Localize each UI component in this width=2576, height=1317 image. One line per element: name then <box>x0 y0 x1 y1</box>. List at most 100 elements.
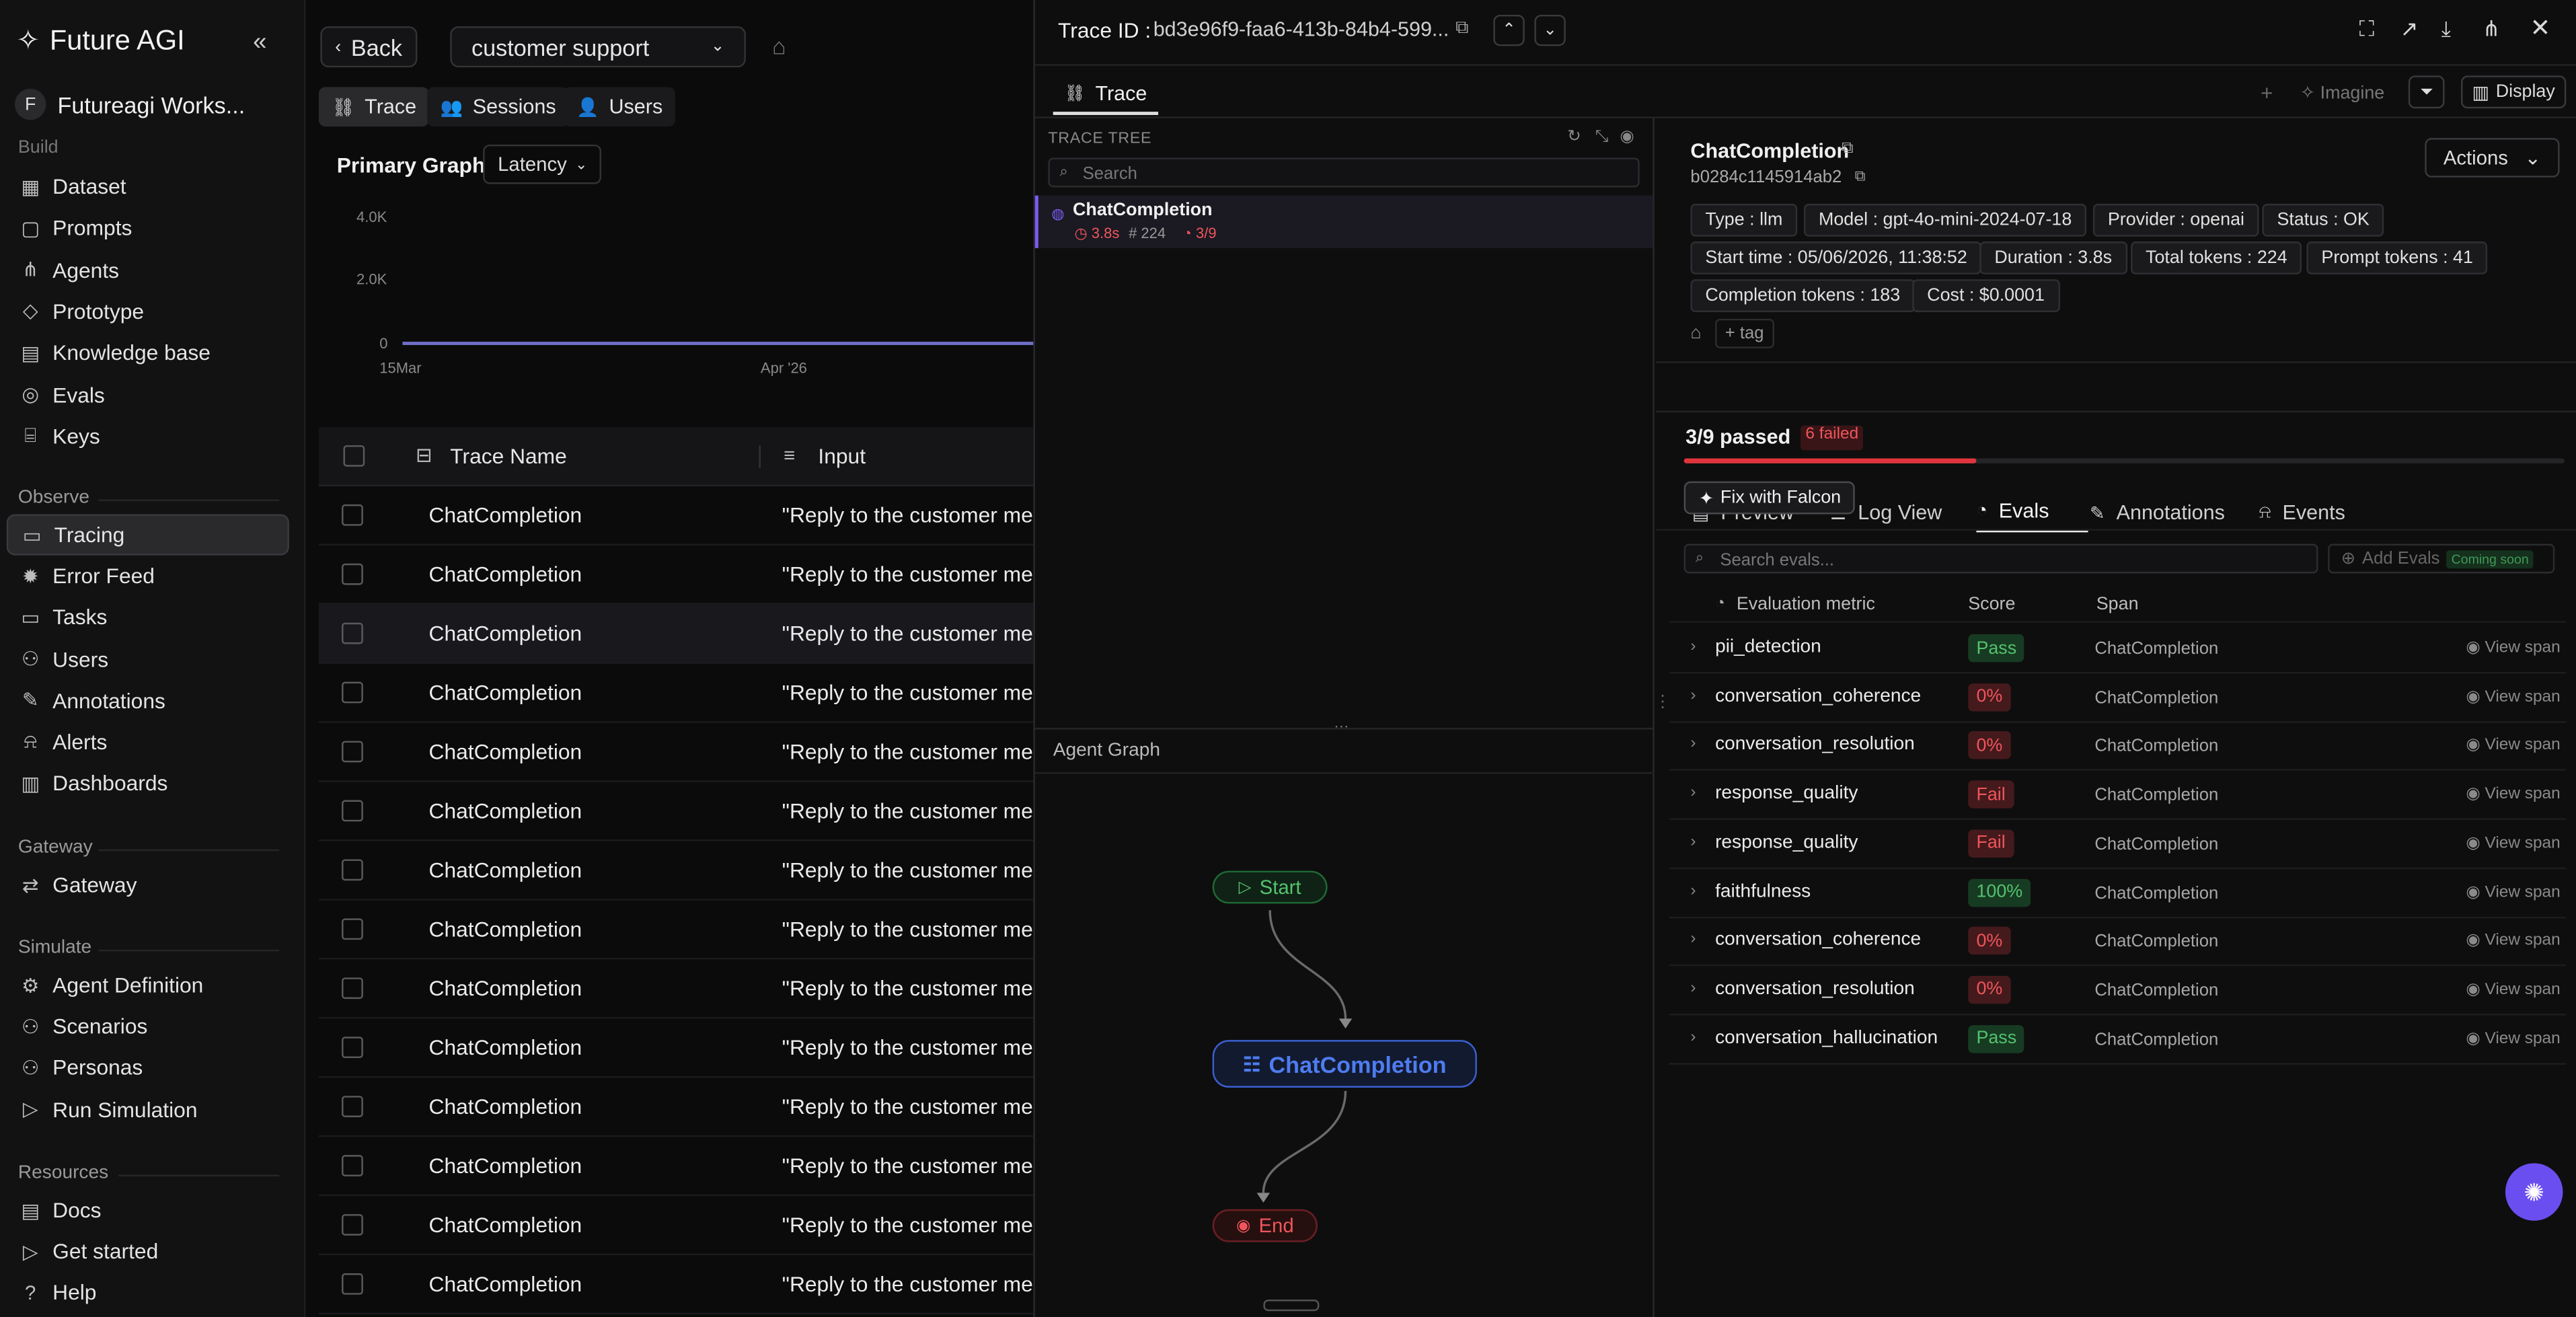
chevron-right-icon[interactable]: › <box>1690 930 1696 948</box>
table-row[interactable]: ChatCompletion "Reply to the customer me.… <box>318 604 1034 664</box>
chevron-right-icon[interactable]: › <box>1690 833 1696 851</box>
add-evals-button[interactable]: ⊕ Add Evals Coming soon <box>2328 543 2555 574</box>
sidebar-item-gateway[interactable]: ⇄ Gateway <box>7 864 289 905</box>
close-icon[interactable]: ✕ <box>2530 13 2551 43</box>
app-logo[interactable]: ✧ Future AGI <box>16 25 184 58</box>
imagine-button[interactable]: ✧ Imagine <box>2300 82 2385 104</box>
add-icon[interactable]: + <box>2261 81 2273 106</box>
graph-node-chatcompletion[interactable]: ☷ ChatCompletion <box>1212 1040 1477 1088</box>
row-checkbox[interactable] <box>342 977 363 1000</box>
project-select[interactable]: customer support ⌄ <box>450 26 746 68</box>
copy-icon[interactable]: ⧉ <box>1455 18 1468 40</box>
download-icon[interactable]: ⤓ <box>2441 16 2451 42</box>
resize-handle[interactable]: ⋯ <box>1334 718 1349 736</box>
fullscreen-icon[interactable]: ⛶ <box>2359 16 2374 42</box>
view-span-link[interactable]: ◉ View span <box>2466 834 2560 852</box>
sidebar-item-agent-definition[interactable]: ⚙ Agent Definition <box>7 965 289 1006</box>
view-span-link[interactable]: ◉ View span <box>2466 981 2560 999</box>
sidebar-item-run-simulation[interactable]: ▷ Run Simulation <box>7 1088 289 1129</box>
graph-minimap-handle[interactable] <box>1263 1300 1320 1312</box>
filter-icon[interactable]: ⏷ <box>2408 75 2445 109</box>
open-external-icon[interactable]: ↗ <box>2400 16 2419 42</box>
back-button[interactable]: ‹ Back <box>320 26 417 68</box>
row-checkbox[interactable] <box>342 1037 363 1059</box>
sidebar-item-annotations[interactable]: ✎ Annotations <box>7 680 289 721</box>
eval-row[interactable]: › response_quality Fail ChatCompletion ◉ Vie… <box>1669 771 2567 821</box>
tab-trace-view[interactable]: ⛓ Trace <box>1053 75 1159 115</box>
eye-icon[interactable]: ◉ <box>1620 128 1634 147</box>
tab-trace[interactable]: ⛓ Trace <box>318 87 430 127</box>
view-span-link[interactable]: ◉ View span <box>2466 737 2560 755</box>
tab-annotations[interactable]: ✎ Annotations <box>2090 493 2225 533</box>
table-row[interactable]: ChatCompletion "Reply to the customer me.… <box>318 1018 1034 1078</box>
fix-with-falcon-button[interactable]: ✦ Fix with Falcon <box>1683 481 1855 515</box>
eval-row[interactable]: › conversation_resolution 0% ChatCompletion… <box>1669 722 2567 772</box>
table-row[interactable]: ChatCompletion "Reply to the customer me.… <box>318 486 1034 545</box>
add-tag-button[interactable]: + tag <box>1715 318 1774 348</box>
sidebar-item-knowledge-base[interactable]: ▤ Knowledge base <box>7 332 289 373</box>
view-span-link[interactable]: ◉ View span <box>2466 786 2560 804</box>
table-row[interactable]: ChatCompletion "Reply to the customer me.… <box>318 841 1034 901</box>
view-span-link[interactable]: ◉ View span <box>2466 1030 2560 1048</box>
table-row[interactable]: ChatCompletion "Reply to the customer me.… <box>318 1078 1034 1137</box>
row-checkbox[interactable] <box>342 800 363 822</box>
col-input[interactable]: Input <box>818 444 866 469</box>
prev-trace-button[interactable]: ⌃ <box>1493 14 1525 46</box>
graph-node-start[interactable]: ▷ Start <box>1212 870 1328 904</box>
sidebar-item-prompts[interactable]: ▢ Prompts <box>7 207 289 248</box>
next-trace-button[interactable]: ⌄ <box>1534 14 1566 46</box>
eval-row[interactable]: › conversation_coherence 0% ChatCompletion ◉… <box>1669 673 2567 722</box>
table-row[interactable]: ChatCompletion "Reply to the customer me.… <box>318 545 1034 605</box>
chevron-right-icon[interactable]: › <box>1690 979 1696 998</box>
table-row[interactable]: ChatCompletion "Reply to the customer me.… <box>318 723 1034 782</box>
graph-node-end[interactable]: ◉ End <box>1212 1209 1318 1242</box>
tag-icon[interactable]: ⌂ <box>772 33 786 59</box>
chevron-right-icon[interactable]: › <box>1690 686 1696 704</box>
row-checkbox[interactable] <box>342 1096 363 1117</box>
chevron-right-icon[interactable]: › <box>1690 881 1696 899</box>
collapse-icon[interactable]: ⤡ <box>1595 128 1609 147</box>
sidebar-item-users[interactable]: ⚇ Users <box>7 638 289 679</box>
eval-row[interactable]: › pii_detection Pass ChatCompletion ◉ View s… <box>1669 624 2567 674</box>
row-checkbox[interactable] <box>342 1273 363 1295</box>
eval-row[interactable]: › conversation_coherence 0% ChatCompletion ◉… <box>1669 917 2567 967</box>
chevron-right-icon[interactable]: › <box>1690 1028 1696 1046</box>
row-checkbox[interactable] <box>342 918 363 940</box>
assistant-fab[interactable]: ✺ <box>2505 1163 2563 1221</box>
workspace-switcher[interactable]: F Futureagi Works... <box>14 88 245 120</box>
sidebar-item-help[interactable]: ? Help <box>7 1273 289 1314</box>
row-checkbox[interactable] <box>342 563 363 585</box>
table-row[interactable]: ChatCompletion "Reply to the customer me.… <box>318 1255 1034 1315</box>
collapse-sidebar-icon[interactable]: « <box>253 28 266 57</box>
row-checkbox[interactable] <box>342 1155 363 1176</box>
eval-row[interactable]: › faithfulness 100% ChatCompletion ◉ View sp… <box>1669 868 2567 918</box>
metric-select[interactable]: Latency ⌄ <box>483 144 601 184</box>
view-span-link[interactable]: ◉ View span <box>2466 932 2560 950</box>
col-trace-name[interactable]: Trace Name <box>450 444 567 469</box>
table-row[interactable]: ChatCompletion "Reply to the customer me.… <box>318 1137 1034 1197</box>
copy-icon[interactable]: ⧉ <box>1842 140 1853 158</box>
copy-icon[interactable]: ⧉ <box>1855 167 1866 186</box>
sidebar-item-scenarios[interactable]: ⚇ Scenarios <box>7 1006 289 1047</box>
sidebar-item-tasks[interactable]: ▭ Tasks <box>7 597 289 638</box>
tab-evals[interactable]: ◔ Evals <box>1976 493 2088 533</box>
refresh-icon[interactable]: ↻ <box>1567 128 1581 147</box>
sidebar-item-keys[interactable]: ⌸ Keys <box>7 415 289 456</box>
chevron-right-icon[interactable]: › <box>1690 638 1696 656</box>
sidebar-item-dataset[interactable]: ▦ Dataset <box>7 166 289 207</box>
tree-node-chatcompletion[interactable]: ◍ ChatCompletion ◷ 3.8s # 224 ◔ 3/9 <box>1034 195 1653 248</box>
table-row[interactable]: ChatCompletion "Reply to the customer me.… <box>318 664 1034 723</box>
search-evals-input[interactable]: ⌕ Search evals... <box>1683 543 2318 574</box>
table-row[interactable]: ChatCompletion "Reply to the customer me.… <box>318 959 1034 1019</box>
eval-row[interactable]: › conversation_hallucination Pass ChatCompl… <box>1669 1015 2567 1064</box>
chevron-right-icon[interactable]: › <box>1690 735 1696 753</box>
select-all-checkbox[interactable] <box>343 445 365 467</box>
sidebar-item-agents[interactable]: ⋔ Agents <box>7 249 289 290</box>
eval-row[interactable]: › response_quality Fail ChatCompletion ◉ Vie… <box>1669 819 2567 869</box>
row-checkbox[interactable] <box>342 504 363 526</box>
table-row[interactable]: ChatCompletion "Reply to the customer me.… <box>318 1196 1034 1256</box>
sidebar-item-personas[interactable]: ⚇ Personas <box>7 1047 289 1088</box>
view-span-link[interactable]: ◉ View span <box>2466 639 2560 657</box>
tab-users[interactable]: 👤 Users <box>563 87 676 127</box>
sidebar-item-prototype[interactable]: ◇ Prototype <box>7 291 289 332</box>
